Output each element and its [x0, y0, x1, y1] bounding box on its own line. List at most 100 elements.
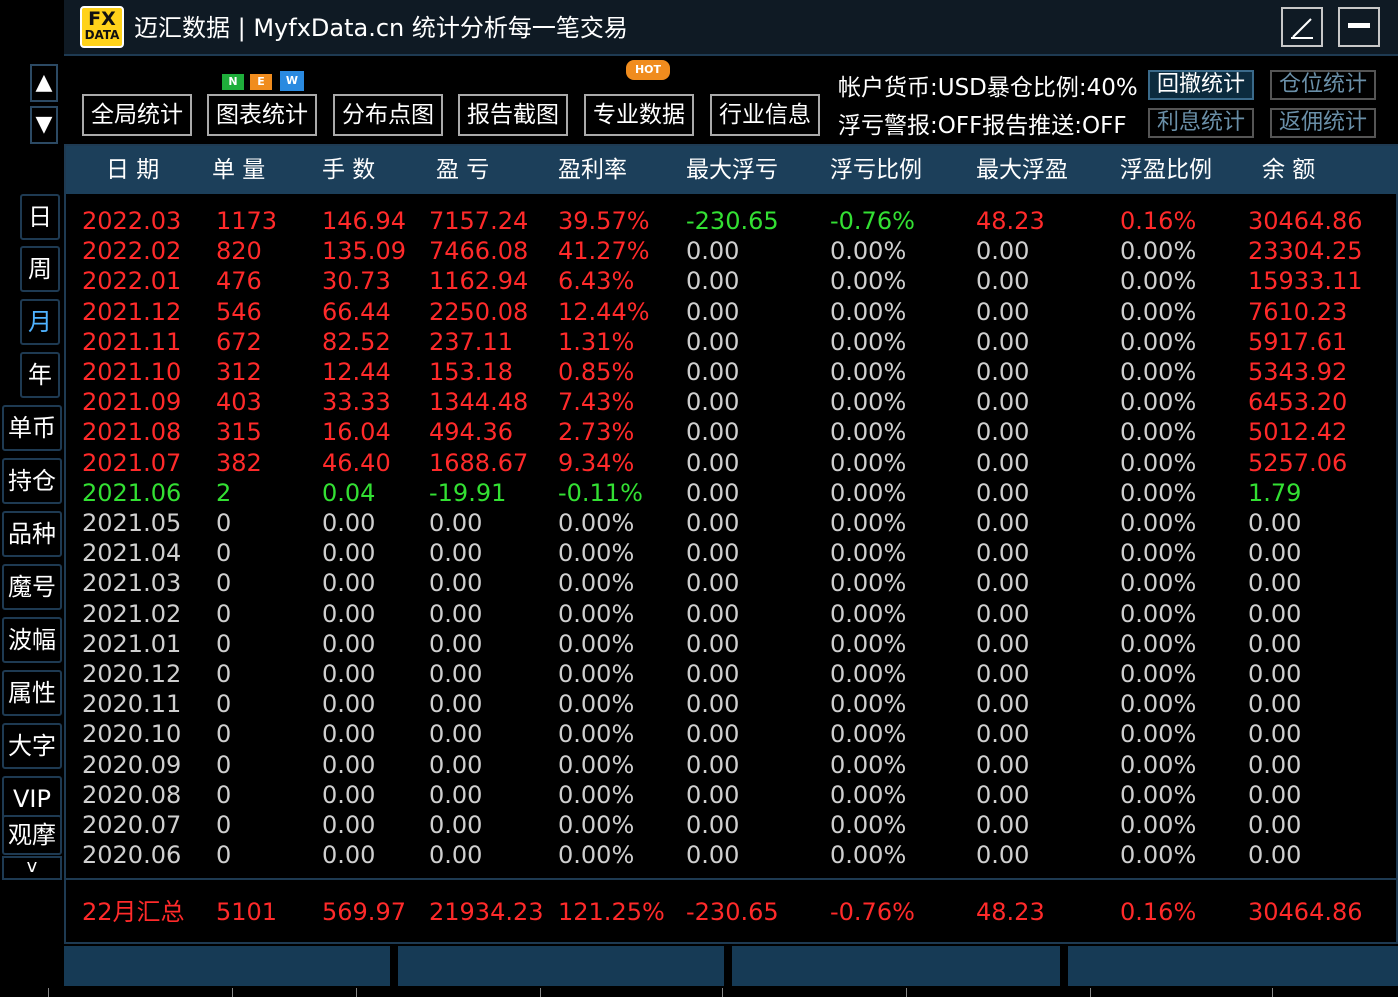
table-cell: 0.00% [830, 358, 907, 386]
table-cell: 0.00% [830, 509, 907, 537]
position-stats-button[interactable]: 仓位统计 [1270, 70, 1376, 100]
table-cell: 0 [216, 509, 232, 537]
table-cell: 0.00 [429, 841, 483, 870]
table-cell: 382 [216, 448, 262, 477]
table-cell: 0.00 [686, 539, 740, 568]
sidebar-item-10[interactable]: 大字 [2, 723, 62, 769]
table-cell: 0.00 [686, 478, 740, 507]
table-cell: 48.23 [976, 207, 1045, 235]
sidebar-item-7[interactable]: 魔号 [2, 564, 62, 610]
table-cell: 0.00 [686, 811, 740, 839]
table-cell: 0.00% [830, 539, 907, 568]
table-cell: 0.00 [1248, 660, 1302, 688]
scroll-down-button[interactable]: ▼ [30, 106, 58, 144]
account-info-line1: 帐户货币:USD暴仓比例:40% [838, 75, 1138, 101]
table-cell: 0.00% [1120, 448, 1197, 477]
header-cell-2: 手 数 [322, 157, 376, 183]
table-cell: 0.00% [1120, 780, 1197, 809]
table-cell: 1688.67 [429, 448, 529, 477]
table-cell: 0.00 [976, 569, 1030, 598]
table-cell: 0.00% [558, 690, 635, 719]
table-cell: 0.00 [322, 660, 376, 688]
table-cell: 0 [216, 841, 232, 870]
table-cell: 0.00 [976, 599, 1030, 628]
table-cell: 0.00 [686, 237, 740, 266]
table-cell: 0.00 [1248, 599, 1302, 628]
sidebar-item-4[interactable]: 单币 [2, 405, 62, 451]
sidebar-item-6[interactable]: 品种 [2, 511, 62, 557]
sidebar-item-2[interactable]: 月 [20, 299, 60, 345]
table-cell: 0.00 [1248, 780, 1302, 809]
sidebar-item-8[interactable]: 波幅 [2, 617, 62, 663]
report-screenshot-button[interactable]: 报告截图 [458, 94, 568, 136]
table-cell: 0.00 [322, 539, 376, 568]
header-cell-9: 余 额 [1262, 157, 1316, 183]
chart-stats-button[interactable]: 图表统计 [207, 94, 317, 136]
table-cell: 0.00% [830, 448, 907, 477]
industry-info-button[interactable]: 行业信息 [710, 94, 820, 136]
table-cell: 2 [216, 478, 232, 507]
scale-tick [1090, 988, 1091, 997]
table-cell: 0.00 [322, 811, 376, 839]
table-cell: 0.00% [1120, 478, 1197, 507]
table-cell: 30464.86 [1248, 207, 1363, 235]
table-cell: 0.00% [1120, 569, 1197, 598]
table-cell: 0.00 [976, 720, 1030, 749]
fxdata-logo: FX DATA [80, 6, 124, 48]
table-cell: 2021.03 [82, 569, 182, 598]
scale-tick [906, 988, 907, 997]
status-bar-1 [64, 946, 390, 986]
table-cell: 0.00 [1248, 629, 1302, 658]
edit-button[interactable] [1281, 7, 1323, 47]
minimize-button[interactable] [1338, 7, 1380, 47]
rebate-stats-button[interactable]: 返佣统计 [1270, 108, 1376, 138]
header-cell-6: 浮亏比例 [830, 157, 922, 183]
interest-stats-button[interactable]: 利息统计 [1148, 108, 1254, 138]
table-cell: 0.00 [976, 478, 1030, 507]
table-cell: 0.00 [429, 599, 483, 628]
sidebar-more-button[interactable]: v [2, 856, 62, 880]
sidebar-item-1[interactable]: 周 [20, 246, 60, 292]
drawdown-stats-button[interactable]: 回撤统计 [1148, 70, 1254, 100]
table-cell: 0.00 [429, 660, 483, 688]
table-cell: 0.00% [830, 237, 907, 266]
table-cell: 0.00% [558, 569, 635, 598]
sidebar-item-12[interactable]: 观摩 [2, 815, 62, 855]
table-cell: 0.00 [976, 629, 1030, 658]
table-cell: 0.00 [686, 297, 740, 326]
table-cell: 0.00% [1120, 599, 1197, 628]
table-cell: 0.00% [558, 811, 635, 839]
table-cell: 0.00 [976, 509, 1030, 537]
table-cell: 5257.06 [1248, 448, 1348, 477]
sidebar-item-0[interactable]: 日 [20, 194, 60, 240]
sidebar-item-3[interactable]: 年 [20, 352, 60, 398]
table-cell: 1344.48 [429, 388, 529, 417]
table-cell: 0.00 [686, 629, 740, 658]
pro-data-button[interactable]: 专业数据 [584, 94, 694, 136]
table-cell: 0.00 [686, 841, 740, 870]
table-cell: 476 [216, 267, 262, 296]
scroll-up-button[interactable]: ▲ [30, 64, 58, 102]
scatter-plot-button[interactable]: 分布点图 [333, 94, 443, 136]
table-cell: 0.00 [1248, 841, 1302, 870]
table-cell: 0.00% [830, 750, 907, 779]
table-cell: 2021.06 [82, 478, 182, 507]
table-cell: 0.04 [322, 478, 376, 507]
sidebar-item-5[interactable]: 持仓 [2, 458, 62, 504]
table-cell: 0.00% [830, 267, 907, 296]
table-cell: 6453.20 [1248, 388, 1348, 417]
new-badge-w: W [280, 71, 304, 91]
table-cell: 403 [216, 388, 262, 417]
global-stats-button[interactable]: 全局统计 [82, 94, 192, 136]
sidebar-item-9[interactable]: 属性 [2, 670, 62, 716]
table-cell: 672 [216, 327, 262, 356]
table-cell: 2020.06 [82, 841, 182, 870]
table-cell: 0.00 [686, 780, 740, 809]
table-cell: 0.00% [558, 841, 635, 870]
table-cell: 0.00 [1248, 720, 1302, 749]
table-cell: 0.00% [558, 660, 635, 688]
table-cell: 0.00 [1248, 569, 1302, 598]
table-cell: 0.00% [830, 297, 907, 326]
table-cell: 546 [216, 297, 262, 326]
table-cell: 0.00% [1120, 690, 1197, 719]
